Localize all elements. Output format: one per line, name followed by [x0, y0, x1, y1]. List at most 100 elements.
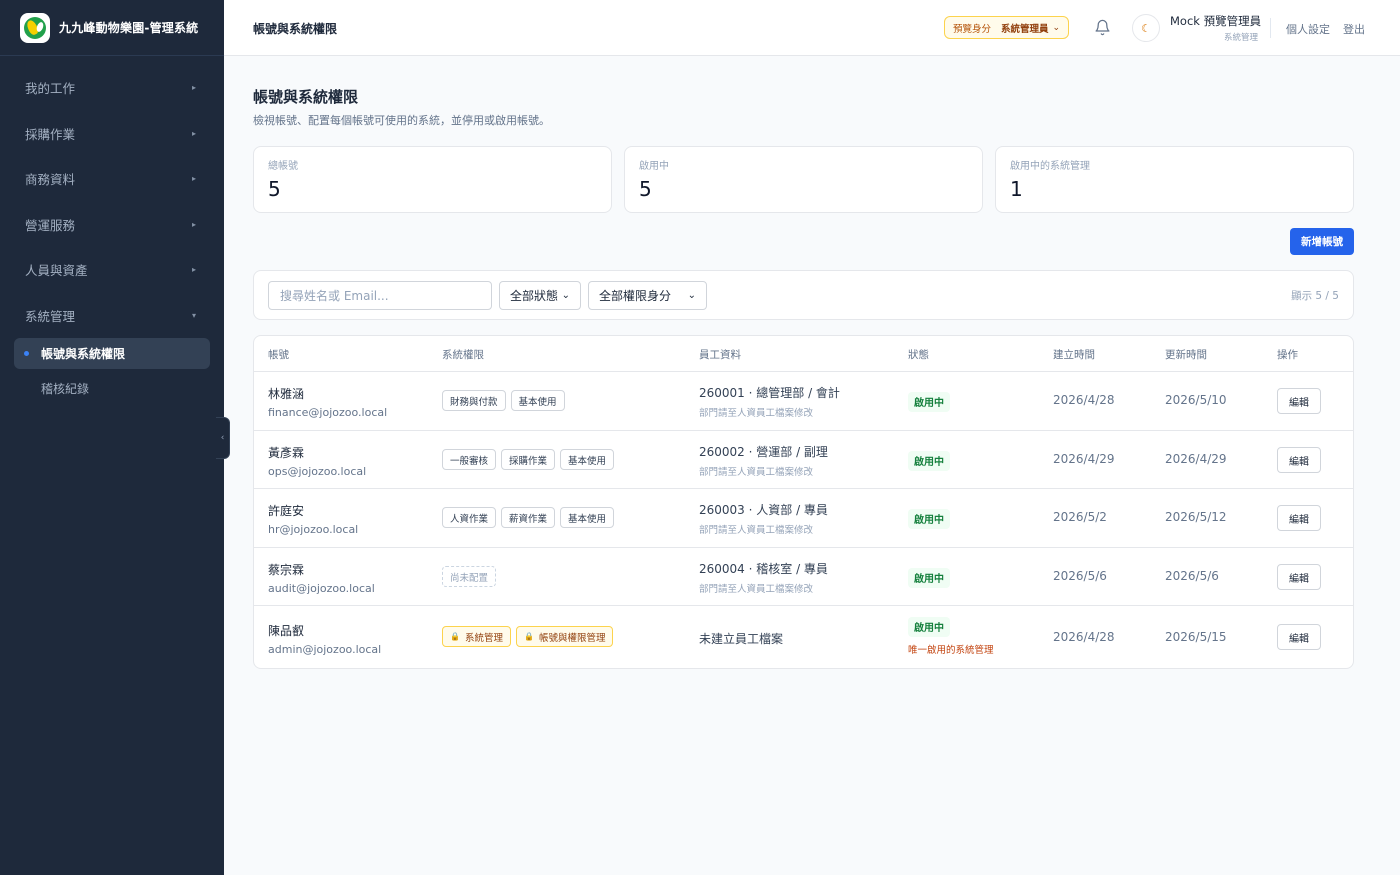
account-cell: 陳品叡 admin@jojozoo.local	[268, 622, 381, 656]
edit-button[interactable]: 編輯	[1277, 447, 1321, 473]
edit-button[interactable]: 編輯	[1277, 624, 1321, 650]
account-name: 陳品叡	[268, 624, 305, 638]
search-input[interactable]: 搜尋姓名或 Email...	[268, 281, 492, 310]
stat-label: 總帳號	[268, 161, 298, 172]
table-row: 許庭安 hr@jojozoo.local 人資作業 薪資作業 基本使用 2600…	[254, 489, 1353, 548]
stat-label: 啟用中	[639, 161, 669, 172]
created-date: 2026/5/6	[1053, 569, 1107, 583]
stat-card-total: 總帳號 5	[253, 146, 612, 213]
account-name: 蔡宗霖	[268, 563, 305, 577]
employee-info: 260004 · 稽核室 / 專員	[699, 562, 828, 576]
result-count: 顯示 5 / 5	[1291, 290, 1339, 302]
user-name: Mock 預覽管理員	[1170, 14, 1262, 28]
status-badge: 啟用中	[908, 567, 950, 588]
moon-icon[interactable]: ☾	[1132, 14, 1160, 42]
settings-link[interactable]: 個人設定	[1286, 21, 1330, 37]
edit-button[interactable]: 編輯	[1277, 388, 1321, 414]
account-email: admin@jojozoo.local	[268, 643, 382, 656]
employee-info: 260003 · 人資部 / 專員	[699, 503, 828, 517]
permission-tag: 基本使用	[560, 449, 615, 470]
caret-right-icon: ▸	[191, 128, 196, 138]
permission-tag: 一般審核	[442, 449, 497, 470]
sidebar-item-label: 我的工作	[25, 81, 76, 97]
chevron-down-icon: ⌄	[687, 290, 696, 301]
sidebar-subitem-label: 帳號與系統權限	[41, 347, 126, 361]
status-cell: 啟用中	[908, 567, 950, 588]
sidebar-item-operations[interactable]: 營運服務 ▸	[0, 202, 224, 248]
created-date: 2026/4/28	[1053, 630, 1115, 644]
sidebar-subitem-label: 稽核紀錄	[41, 382, 90, 396]
user-role: 系統管理	[1223, 33, 1258, 43]
logout-link[interactable]: 登出	[1343, 21, 1365, 37]
role-filter-select[interactable]: 全部權限身分 ⌄	[588, 281, 707, 310]
brand[interactable]: 九九峰動物樂園-管理系統	[0, 0, 224, 56]
accounts-table: 帳號 系統權限 員工資料 狀態 建立時間 更新時間 操作 林雅涵 finance…	[253, 335, 1354, 669]
status-note: 唯一啟用的系統管理	[908, 644, 994, 656]
edit-button[interactable]: 編輯	[1277, 564, 1321, 590]
caret-right-icon: ▸	[191, 83, 196, 93]
col-header-updated: 更新時間	[1165, 349, 1207, 361]
sidebar-item-business-data[interactable]: 商務資料 ▸	[0, 156, 224, 202]
updated-date: 2026/5/6	[1165, 569, 1219, 583]
account-name: 許庭安	[268, 504, 305, 518]
col-header-account: 帳號	[268, 349, 289, 361]
account-cell: 蔡宗霖 audit@jojozoo.local	[268, 561, 375, 595]
permission-tag-label: 系統管理	[464, 632, 503, 644]
sidebar-item-people-assets[interactable]: 人員與資產 ▸	[0, 247, 224, 293]
permission-tag-label: 帳號與權限管理	[538, 632, 606, 644]
page-title: 帳號與系統權限	[253, 88, 359, 106]
permission-tag-empty: 尚未配置	[442, 566, 497, 587]
header-divider	[1270, 18, 1271, 38]
employee-cell: 260004 · 稽核室 / 專員 部門請至人資員工檔案修改	[699, 560, 828, 595]
page-subtitle: 檢視帳號、配置每個帳號可使用的系統，並停用或啟用帳號。	[253, 114, 550, 127]
employee-info: 260001 · 總管理部 / 會計	[699, 386, 840, 400]
sidebar-collapse-toggle[interactable]: ‹	[216, 417, 230, 459]
bell-icon[interactable]	[1094, 19, 1111, 36]
chevron-down-icon: ⌄	[1052, 22, 1061, 33]
status-badge: 啟用中	[908, 391, 950, 412]
account-cell: 許庭安 hr@jojozoo.local	[268, 502, 358, 536]
status-badge: 啟用中	[908, 508, 950, 529]
sidebar-item-procurement[interactable]: 採購作業 ▸	[0, 111, 224, 157]
status-cell: 啟用中	[908, 450, 950, 471]
sidebar-item-my-work[interactable]: 我的工作 ▸	[0, 65, 224, 111]
col-header-permissions: 系統權限	[442, 349, 484, 361]
preview-role-selector[interactable]: 預覽身分 系統管理員 ⌄	[944, 16, 1070, 39]
employee-note: 部門請至人資員工檔案修改	[699, 525, 814, 536]
stat-card-active-admins: 啟用中的系統管理 1	[995, 146, 1354, 213]
lock-icon: 🔒	[450, 632, 460, 641]
table-row: 蔡宗霖 audit@jojozoo.local 尚未配置 260004 · 稽核…	[254, 548, 1353, 606]
permission-tag: 財務與付款	[442, 390, 506, 411]
account-email: audit@jojozoo.local	[268, 582, 375, 595]
account-email: ops@jojozoo.local	[268, 465, 367, 478]
permission-tags: 尚未配置	[442, 566, 497, 587]
employee-note: 部門請至人資員工檔案修改	[699, 584, 814, 595]
edit-button[interactable]: 編輯	[1277, 505, 1321, 531]
account-name: 林雅涵	[268, 387, 305, 401]
col-header-created: 建立時間	[1053, 349, 1095, 361]
col-header-actions: 操作	[1277, 349, 1298, 361]
sidebar-item-system-admin[interactable]: 系統管理 ▾	[0, 293, 224, 339]
created-date: 2026/5/2	[1053, 510, 1107, 524]
sidebar-subitem-accounts[interactable]: 帳號與系統權限	[14, 338, 210, 369]
top-header: 帳號與系統權限 預覽身分 系統管理員 ⌄ ☾ Mock 預覽管理員 系統管理 個…	[224, 0, 1400, 56]
sidebar-subitem-audit-log[interactable]: 稽核紀錄	[14, 373, 210, 404]
permission-tags: 財務與付款 基本使用	[442, 390, 565, 411]
preview-role-value: 系統管理員	[1001, 23, 1049, 35]
caret-right-icon: ▸	[191, 219, 196, 229]
permission-tag: 基本使用	[510, 390, 565, 411]
chevron-left-icon: ‹	[220, 433, 225, 443]
employee-cell: 260003 · 人資部 / 專員 部門請至人資員工檔案修改	[699, 501, 828, 536]
stat-value: 1	[1010, 177, 1023, 201]
created-date: 2026/4/28	[1053, 393, 1115, 407]
updated-date: 2026/5/15	[1165, 630, 1227, 644]
new-account-button[interactable]: 新增帳號	[1290, 228, 1354, 255]
employee-info: 260002 · 營運部 / 副理	[699, 445, 828, 459]
updated-date: 2026/5/12	[1165, 510, 1227, 524]
stat-card-active: 啟用中 5	[624, 146, 983, 213]
account-name: 黃彥霖	[268, 446, 305, 460]
status-filter-select[interactable]: 全部狀態 ⌄	[499, 281, 581, 310]
table-header: 帳號 系統權限 員工資料 狀態 建立時間 更新時間 操作	[254, 336, 1353, 372]
sidebar-item-label: 採購作業	[25, 126, 76, 142]
permission-tag: 薪資作業	[501, 507, 556, 528]
